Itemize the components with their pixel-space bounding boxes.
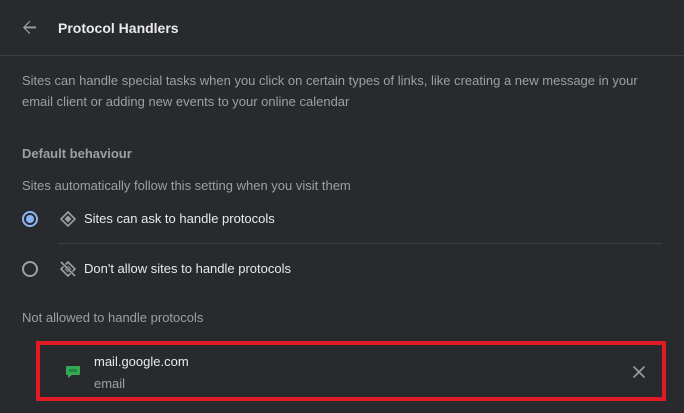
page-title: Protocol Handlers [58,20,179,36]
back-button[interactable] [18,16,42,40]
site-name: mail.google.com [94,354,189,369]
protocol-handler-icon [59,210,77,228]
radio-label-allow: Sites can ask to handle protocols [84,211,275,226]
not-allowed-heading: Not allowed to handle protocols [22,310,204,325]
radio-option-allow[interactable]: Sites can ask to handle protocols [22,203,662,235]
remove-site-button[interactable] [630,363,648,381]
default-behaviour-subtitle: Sites automatically follow this setting … [22,178,351,193]
protocol-handlers-page: Protocol Handlers Sites can handle speci… [0,0,684,413]
blocked-site-item: mail.google.com email [36,341,666,401]
radio-label-block: Don't allow sites to handle protocols [84,261,291,276]
arrow-left-icon [23,20,36,34]
default-behaviour-heading: Default behaviour [22,146,132,161]
site-protocol: email [94,376,126,391]
protocol-handler-off-icon [59,260,77,278]
divider [58,243,662,244]
radio-button-unchecked[interactable] [22,261,38,277]
radio-button-checked[interactable] [22,211,38,227]
google-chat-icon [66,366,80,378]
radio-option-block[interactable]: Don't allow sites to handle protocols [22,253,662,285]
page-description: Sites can handle special tasks when you … [22,73,638,109]
close-icon [633,366,645,378]
page-header: Protocol Handlers [0,0,684,56]
